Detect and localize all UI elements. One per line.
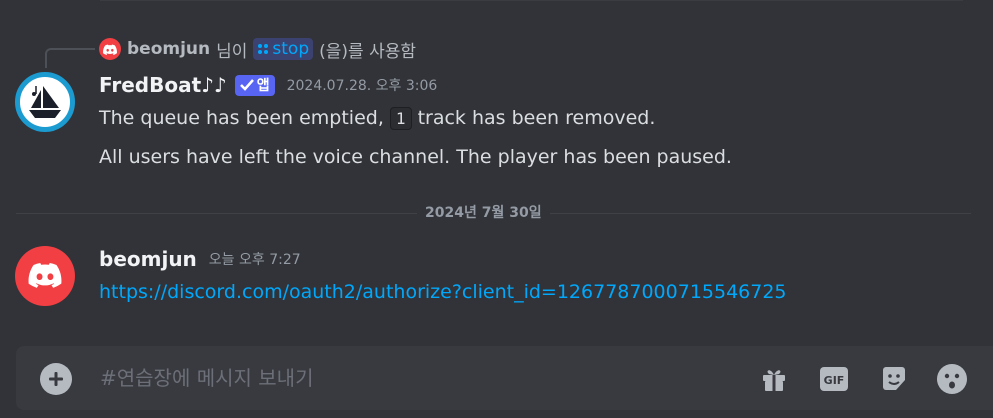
reply-text-suffix: (을)를 사용함: [319, 41, 416, 62]
slash-command-chip[interactable]: stop: [253, 38, 314, 60]
gif-icon: GIF: [820, 367, 848, 391]
app-badge: 앱: [234, 74, 275, 96]
previous-message-edge: [100, 0, 963, 6]
oauth-link[interactable]: https://discord.com/oauth2/authorize?cli…: [99, 281, 787, 303]
user-username[interactable]: beomjun: [99, 247, 197, 271]
gif-button[interactable]: GIF: [818, 363, 850, 395]
reply-connector-line: [45, 48, 95, 68]
bot-message-header: FredBoat♪♪ 앱 2024.07.28. 오후 3:06: [99, 73, 437, 97]
discord-logo-icon: [28, 263, 62, 288]
bot-line1-text: The queue has been emptied,: [99, 107, 390, 129]
emoji-button[interactable]: [936, 363, 968, 395]
user-avatar[interactable]: [15, 246, 75, 306]
reply-avatar[interactable]: [99, 38, 121, 60]
user-message-body: https://discord.com/oauth2/authorize?cli…: [99, 281, 787, 303]
command-name: stop: [272, 39, 310, 59]
verified-check-icon: [239, 79, 254, 91]
sticker-button[interactable]: [878, 363, 910, 395]
message-composer: GIF: [16, 346, 993, 410]
ship-logo-icon: [29, 86, 61, 118]
command-icon: [258, 44, 269, 54]
bot-message-line-2: All users have left the voice channel. T…: [99, 146, 732, 168]
inline-code: 1: [389, 107, 412, 130]
reply-text-prefix: 님이: [216, 41, 248, 62]
attach-button[interactable]: [40, 363, 72, 395]
discord-logo-icon: [103, 44, 117, 55]
bot-username[interactable]: FredBoat♪♪: [99, 73, 227, 97]
sticker-icon: [883, 367, 905, 390]
svg-text:GIF: GIF: [824, 374, 845, 387]
bot-message-line-1: The queue has been emptied, 1 track has …: [99, 107, 656, 130]
gift-icon: [763, 370, 785, 391]
bot-line1-text-after: track has been removed.: [411, 107, 656, 129]
reply-username[interactable]: beomjun: [127, 39, 210, 59]
reply-reference[interactable]: beomjun 님이 stop (을)를 사용함: [99, 36, 416, 62]
date-divider-label: 2024년 7월 30일: [417, 202, 550, 222]
user-message-timestamp: 오늘 오후 7:27: [208, 252, 301, 268]
app-badge-label: 앱: [256, 78, 270, 94]
emoji-face-icon: [937, 364, 967, 394]
plus-icon: [49, 372, 63, 386]
bot-avatar[interactable]: [15, 72, 75, 132]
message-input[interactable]: [100, 362, 700, 394]
gift-button[interactable]: [758, 363, 790, 395]
user-message-header: beomjun 오늘 오후 7:27: [99, 247, 301, 271]
bot-message-timestamp: 2024.07.28. 오후 3:06: [286, 78, 438, 94]
